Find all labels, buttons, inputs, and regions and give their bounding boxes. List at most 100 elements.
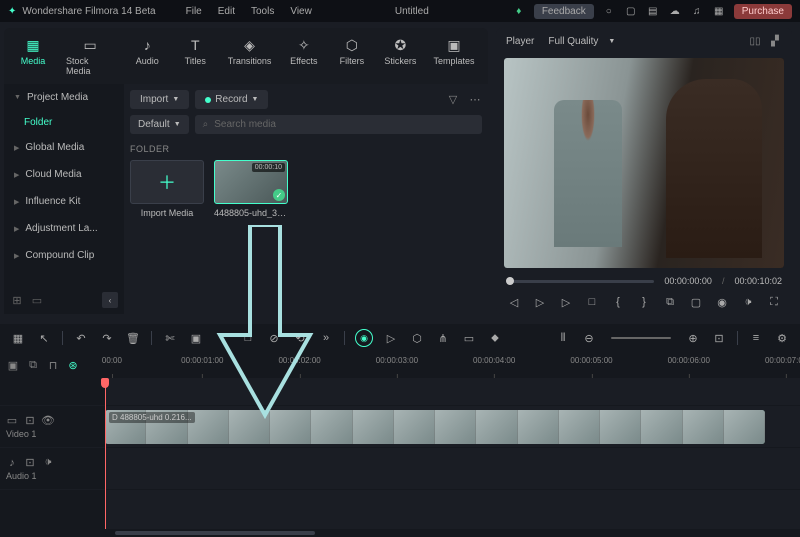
mute-icon[interactable]: 🕩 xyxy=(42,457,54,469)
collapse-sidebar-button[interactable]: ‹ xyxy=(102,292,118,308)
snapshot-player-icon[interactable]: ▢ xyxy=(688,294,704,310)
grid-icon[interactable]: ▦ xyxy=(712,4,726,18)
tab-transitions[interactable]: ◈Transitions xyxy=(220,32,279,80)
shape-icon[interactable]: □ xyxy=(240,330,256,346)
zoom-slider[interactable] xyxy=(611,337,671,339)
menu-view[interactable]: View xyxy=(290,6,312,17)
feedback-button[interactable]: Feedback xyxy=(534,4,594,19)
search-input[interactable]: ⌕Search media xyxy=(195,115,482,134)
tracks[interactable]: D 488805-uhd 0.216... xyxy=(105,378,800,529)
sort-dropdown[interactable]: Default▼ xyxy=(130,115,189,134)
lock-icon[interactable]: ⊡ xyxy=(24,457,36,469)
rotate-icon[interactable]: ⟲ xyxy=(292,330,308,346)
quality-dropdown[interactable]: Full Quality▼ xyxy=(548,36,615,47)
sidebar-cloud-media[interactable]: ▶Cloud Media xyxy=(4,161,124,188)
text-icon[interactable]: T xyxy=(214,330,230,346)
save-icon[interactable]: ▤ xyxy=(646,4,660,18)
zoom-in-icon[interactable]: ⊕ xyxy=(685,330,701,346)
play-icon[interactable]: ▷ xyxy=(558,294,574,310)
undo-icon[interactable]: ↶ xyxy=(73,330,89,346)
ai-badge-icon[interactable]: ◉ xyxy=(355,329,373,347)
play-backward-icon[interactable]: ▷ xyxy=(532,294,548,310)
link-icon[interactable]: ⊛ xyxy=(66,358,80,372)
video-track-header[interactable]: ▭⊡👁 Video 1 xyxy=(0,406,105,448)
compare-icon[interactable]: ▯▯ xyxy=(748,34,762,48)
scroll-thumb[interactable] xyxy=(115,531,315,535)
search-row: Default▼ ⌕Search media xyxy=(130,115,482,134)
tab-audio[interactable]: ♪Audio xyxy=(124,32,170,80)
tab-stickers[interactable]: ✪Stickers xyxy=(377,32,424,80)
audio-track-row[interactable] xyxy=(105,448,800,490)
tab-titles[interactable]: TTitles xyxy=(172,32,218,80)
new-folder-icon[interactable]: ⊞ xyxy=(10,293,24,307)
timeline-ruler[interactable]: 00:00 00:00:01:00 00:00:02:00 00:00:03:0… xyxy=(105,352,800,378)
snapshot-icon[interactable]: ▞ xyxy=(768,34,782,48)
video-track-row[interactable]: D 488805-uhd 0.216... xyxy=(105,406,800,448)
circle-icon[interactable]: ○ xyxy=(602,4,616,18)
zoom-fit-icon[interactable]: ⊡ xyxy=(711,330,727,346)
sidebar-influence-kit[interactable]: ▶Influence Kit xyxy=(4,188,124,215)
playhead[interactable] xyxy=(105,378,106,529)
fullscreen-icon[interactable]: ⛶ xyxy=(766,294,782,310)
tab-stock-media[interactable]: ▭Stock Media xyxy=(58,32,122,80)
select-tool-icon[interactable]: ▦ xyxy=(10,330,26,346)
marker-icon[interactable]: ⬥ xyxy=(487,330,503,346)
settings-icon[interactable]: ⚙ xyxy=(774,330,790,346)
pointer-icon[interactable]: ↖ xyxy=(36,330,52,346)
video-clip[interactable]: D 488805-uhd 0.216... xyxy=(105,410,765,444)
audio-track-header[interactable]: ♪⊡🕩 Audio 1 xyxy=(0,448,105,490)
sidebar-adjustment-layers[interactable]: ▶Adjustment La... xyxy=(4,215,124,242)
tab-media[interactable]: ▦Media xyxy=(10,32,56,80)
tab-templates[interactable]: ▣Templates xyxy=(426,32,482,80)
zoom-out-icon[interactable]: ⊖ xyxy=(581,330,597,346)
visibility-icon[interactable]: 👁 xyxy=(42,415,54,427)
list-view-icon[interactable]: ≡ xyxy=(748,330,764,346)
import-dropdown[interactable]: Import▼ xyxy=(130,90,189,109)
folder-icon[interactable]: ▭ xyxy=(30,293,44,307)
delete-icon[interactable]: 🗑 xyxy=(125,330,141,346)
volume-icon[interactable]: 🕩 xyxy=(740,294,756,310)
cloud-icon[interactable]: ☁ xyxy=(668,4,682,18)
headset-icon[interactable]: ♫ xyxy=(690,4,704,18)
menu-edit[interactable]: Edit xyxy=(218,6,235,17)
gift-icon[interactable]: ♦ xyxy=(512,4,526,18)
camera-icon[interactable]: ◉ xyxy=(714,294,730,310)
tab-filters[interactable]: ⬡Filters xyxy=(329,32,375,80)
tab-effects[interactable]: ✧Effects xyxy=(281,32,327,80)
track-tool-1-icon[interactable]: ▣ xyxy=(6,358,20,372)
prev-frame-icon[interactable]: ◁ xyxy=(506,294,522,310)
player-viewport[interactable] xyxy=(504,58,784,268)
preview-icon[interactable]: ▭ xyxy=(461,330,477,346)
menu-file[interactable]: File xyxy=(186,6,202,17)
menu-tools[interactable]: Tools xyxy=(251,6,274,17)
sidebar-compound-clip[interactable]: ▶Compound Clip xyxy=(4,242,124,269)
ai-play-icon[interactable]: ▷ xyxy=(383,330,399,346)
sidebar-project-media[interactable]: ▼Project Media xyxy=(4,84,124,111)
screen-icon[interactable]: ▢ xyxy=(624,4,638,18)
purchase-button[interactable]: Purchase xyxy=(734,4,792,19)
crop-player-icon[interactable]: ⧉ xyxy=(662,294,678,310)
sidebar-folder[interactable]: Folder xyxy=(4,111,124,134)
timeline-scrollbar[interactable] xyxy=(0,529,800,537)
crop-icon[interactable]: ▣ xyxy=(188,330,204,346)
speed-icon[interactable]: ⊘ xyxy=(266,330,282,346)
redo-icon[interactable]: ↷ xyxy=(99,330,115,346)
more-tools-icon[interactable]: » xyxy=(318,330,334,346)
import-media-tile[interactable]: ＋ Import Media xyxy=(130,160,204,218)
progress-slider[interactable] xyxy=(506,280,654,283)
shield-icon[interactable]: ⬡ xyxy=(409,330,425,346)
magnet-icon[interactable]: ⊓ xyxy=(46,358,60,372)
lock-icon[interactable]: ⊡ xyxy=(24,415,36,427)
mic-icon[interactable]: ⋔ xyxy=(435,330,451,346)
more-icon[interactable]: ⋯ xyxy=(468,93,482,107)
mark-in-icon[interactable]: { xyxy=(610,294,626,310)
sidebar-global-media[interactable]: ▶Global Media xyxy=(4,134,124,161)
filter-icon[interactable]: ▽ xyxy=(446,93,460,107)
split-icon[interactable]: ✄ xyxy=(162,330,178,346)
mark-out-icon[interactable]: } xyxy=(636,294,652,310)
track-tool-2-icon[interactable]: ⧉ xyxy=(26,358,40,372)
mixer-icon[interactable]: ⫴ xyxy=(555,330,571,346)
media-clip-tile[interactable]: 00:00:10 ✓ 4488805-uhd_38... xyxy=(214,160,288,218)
stop-icon[interactable]: □ xyxy=(584,294,600,310)
record-dropdown[interactable]: Record▼ xyxy=(195,90,268,109)
